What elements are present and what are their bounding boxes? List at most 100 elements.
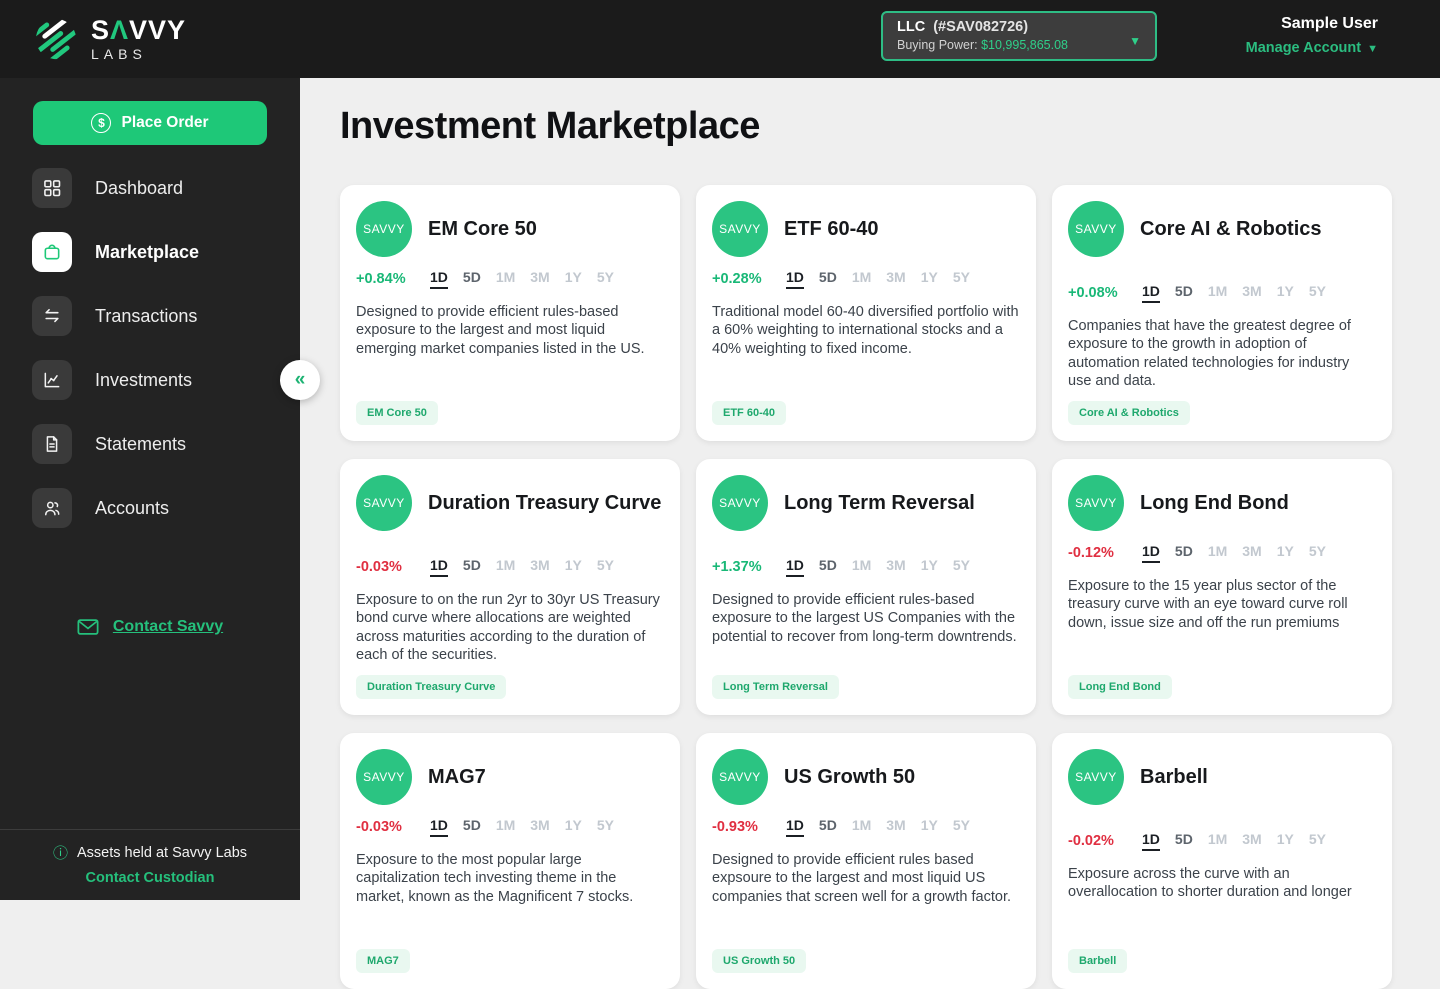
tab-1y[interactable]: 1Y (1277, 543, 1294, 563)
tab-5y[interactable]: 5Y (597, 817, 614, 837)
tab-3m[interactable]: 3M (530, 557, 549, 577)
document-icon (32, 424, 72, 464)
tab-1d[interactable]: 1D (430, 557, 448, 577)
fund-card-us-growth-50[interactable]: SAVVY US Growth 50 -0.93% 1D 5D 1M 3M 1Y… (696, 733, 1036, 989)
sidebar-collapse-button[interactable]: « (280, 360, 320, 400)
savvy-avatar: SAVVY (356, 475, 412, 531)
tab-1d[interactable]: 1D (430, 269, 448, 289)
timeframe-tabs: 1D 5D 1M 3M 1Y 5Y (430, 269, 614, 289)
tab-1y[interactable]: 1Y (565, 269, 582, 289)
fund-description: Traditional model 60-40 diversified port… (712, 304, 1019, 357)
manage-caret-icon: ▼ (1367, 43, 1378, 55)
tab-1y[interactable]: 1Y (1277, 283, 1294, 303)
fund-tag: Barbell (1068, 949, 1128, 973)
tab-5d[interactable]: 5D (463, 557, 481, 577)
tab-1m[interactable]: 1M (1208, 283, 1227, 303)
tab-3m[interactable]: 3M (886, 817, 905, 837)
fund-card-duration-treasury-curve[interactable]: SAVVY Duration Treasury Curve -0.03% 1D … (340, 459, 680, 715)
fund-tag: Long Term Reversal (712, 675, 839, 699)
savvy-avatar: SAVVY (356, 749, 412, 805)
tab-5y[interactable]: 5Y (597, 269, 614, 289)
fund-card-etf-60-40[interactable]: SAVVY ETF 60-40 +0.28% 1D 5D 1M 3M 1Y 5Y… (696, 185, 1036, 441)
savvy-avatar: SAVVY (1068, 475, 1124, 531)
tab-5d[interactable]: 5D (819, 269, 837, 289)
tab-5d[interactable]: 5D (1175, 283, 1193, 303)
tab-1m[interactable]: 1M (852, 269, 871, 289)
timeframe-tabs: 1D 5D 1M 3M 1Y 5Y (786, 817, 970, 837)
sidebar: $ Place Order Dashboard Marketplace Tran… (0, 78, 300, 900)
timeframe-tabs: 1D 5D 1M 3M 1Y 5Y (1142, 831, 1326, 851)
tab-3m[interactable]: 3M (1242, 831, 1261, 851)
tab-1y[interactable]: 1Y (565, 557, 582, 577)
main-content: Investment Marketplace SAVVY EM Core 50 … (300, 78, 1440, 989)
tab-5y[interactable]: 5Y (597, 557, 614, 577)
tab-1d[interactable]: 1D (430, 817, 448, 837)
tab-1d[interactable]: 1D (786, 817, 804, 837)
sidebar-item-statements[interactable]: Statements (0, 424, 300, 464)
dashboard-grid-icon (32, 168, 72, 208)
fund-card-long-end-bond[interactable]: SAVVY Long End Bond -0.12% 1D 5D 1M 3M 1… (1052, 459, 1392, 715)
top-bar: SΛVVY LABS LLC (#SAV082726) Buying Power:… (0, 0, 1440, 78)
tab-1y[interactable]: 1Y (565, 817, 582, 837)
brand-mark-icon (33, 17, 79, 62)
tab-1m[interactable]: 1M (852, 557, 871, 577)
tab-1y[interactable]: 1Y (921, 557, 938, 577)
fund-card-barbell[interactable]: SAVVY Barbell -0.02% 1D 5D 1M 3M 1Y 5Y E… (1052, 733, 1392, 989)
buying-power-label: Buying Power: (897, 38, 978, 52)
tab-1m[interactable]: 1M (1208, 831, 1227, 851)
tab-5d[interactable]: 5D (463, 269, 481, 289)
fund-tag: Duration Treasury Curve (356, 675, 507, 699)
tab-3m[interactable]: 3M (530, 269, 549, 289)
swap-arrows-icon (32, 296, 72, 336)
timeframe-tabs: 1D 5D 1M 3M 1Y 5Y (430, 817, 614, 837)
tab-1d[interactable]: 1D (1142, 831, 1160, 851)
fund-title: Duration Treasury Curve (428, 491, 662, 514)
tab-5d[interactable]: 5D (1175, 831, 1193, 851)
sidebar-item-transactions[interactable]: Transactions (0, 296, 300, 336)
tab-1d[interactable]: 1D (1142, 283, 1160, 303)
tab-1m[interactable]: 1M (496, 817, 515, 837)
tab-1d[interactable]: 1D (786, 557, 804, 577)
tab-5d[interactable]: 5D (1175, 543, 1193, 563)
tab-3m[interactable]: 3M (886, 269, 905, 289)
contact-custodian-link[interactable]: Contact Custodian (0, 870, 300, 886)
tab-1m[interactable]: 1M (1208, 543, 1227, 563)
tab-5d[interactable]: 5D (819, 557, 837, 577)
tab-5y[interactable]: 5Y (953, 817, 970, 837)
change-percent: -0.12% (1068, 545, 1114, 561)
place-order-button[interactable]: $ Place Order (33, 101, 267, 145)
tab-5y[interactable]: 5Y (1309, 831, 1326, 851)
tab-5y[interactable]: 5Y (953, 269, 970, 289)
tab-3m[interactable]: 3M (1242, 283, 1261, 303)
tab-5d[interactable]: 5D (819, 817, 837, 837)
fund-card-em-core-50[interactable]: SAVVY EM Core 50 +0.84% 1D 5D 1M 3M 1Y 5… (340, 185, 680, 441)
tab-5y[interactable]: 5Y (953, 557, 970, 577)
tab-1d[interactable]: 1D (1142, 543, 1160, 563)
fund-card-long-term-reversal[interactable]: SAVVY Long Term Reversal +1.37% 1D 5D 1M… (696, 459, 1036, 715)
manage-account-button[interactable]: Manage Account ▼ (1246, 40, 1378, 56)
tab-3m[interactable]: 3M (530, 817, 549, 837)
tab-1y[interactable]: 1Y (1277, 831, 1294, 851)
change-percent: -0.03% (356, 559, 402, 575)
tab-5y[interactable]: 5Y (1309, 283, 1326, 303)
sidebar-item-accounts[interactable]: Accounts (0, 488, 300, 528)
sidebar-item-investments[interactable]: Investments (0, 360, 300, 400)
tab-5y[interactable]: 5Y (1309, 543, 1326, 563)
fund-card-mag7[interactable]: SAVVY MAG7 -0.03% 1D 5D 1M 3M 1Y 5Y Expo… (340, 733, 680, 989)
tab-1m[interactable]: 1M (852, 817, 871, 837)
tab-1m[interactable]: 1M (496, 269, 515, 289)
sidebar-item-marketplace[interactable]: Marketplace (0, 232, 300, 272)
sidebar-item-dashboard[interactable]: Dashboard (0, 168, 300, 208)
tab-1y[interactable]: 1Y (921, 817, 938, 837)
tab-1m[interactable]: 1M (496, 557, 515, 577)
tab-1y[interactable]: 1Y (921, 269, 938, 289)
timeframe-tabs: 1D 5D 1M 3M 1Y 5Y (1142, 543, 1326, 563)
fund-card-core-ai-robotics[interactable]: SAVVY Core AI & Robotics +0.08% 1D 5D 1M… (1052, 185, 1392, 441)
tab-3m[interactable]: 3M (1242, 543, 1261, 563)
account-selector[interactable]: LLC (#SAV082726) Buying Power: $10,995,86… (881, 11, 1157, 61)
tab-1d[interactable]: 1D (786, 269, 804, 289)
tab-3m[interactable]: 3M (886, 557, 905, 577)
fund-description: Designed to provide efficient rules-base… (712, 592, 1017, 645)
contact-savvy-link[interactable]: Contact Savvy (0, 618, 300, 636)
tab-5d[interactable]: 5D (463, 817, 481, 837)
